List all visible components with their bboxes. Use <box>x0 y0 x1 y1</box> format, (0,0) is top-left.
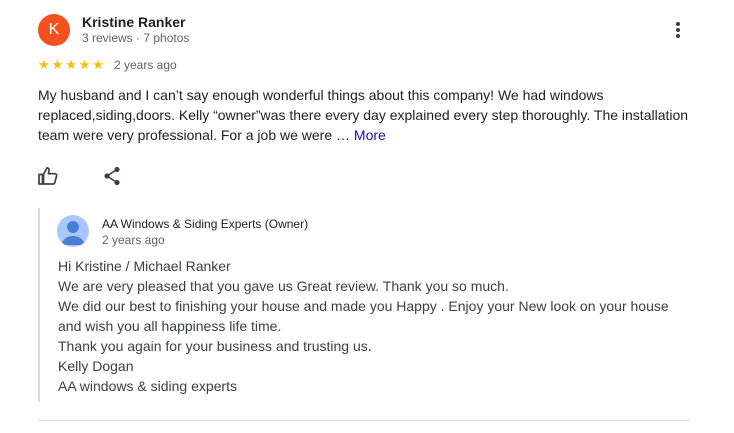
review-text: My husband and I can’t say enough wonder… <box>38 85 698 145</box>
more-options-button[interactable] <box>666 18 690 42</box>
reply-line: We did our best to finishing your house … <box>58 298 669 334</box>
like-button[interactable] <box>36 164 60 188</box>
share-icon <box>104 166 120 186</box>
star-rating: ★ ★ ★ ★ ★ <box>38 58 106 72</box>
owner-response-date: 2 years ago <box>102 233 165 247</box>
reply-line: AA windows & siding experts <box>58 378 237 394</box>
star-icon: ★ <box>38 57 50 72</box>
star-icon: ★ <box>78 57 91 72</box>
share-button[interactable] <box>100 164 124 188</box>
person-icon <box>61 221 85 245</box>
review-date: 2 years ago <box>114 58 177 72</box>
reply-line: Hi Kristine / Michael Ranker <box>58 258 231 274</box>
divider <box>38 420 690 421</box>
reply-line: We are very pleased that you gave us Gre… <box>58 278 509 294</box>
owner-response-text: Hi Kristine / Michael Ranker We are very… <box>58 256 688 396</box>
reviewer-avatar[interactable]: K <box>38 14 70 46</box>
more-link[interactable]: More <box>354 127 386 143</box>
reply-line: Thank you again for your business and tr… <box>58 338 372 354</box>
reviewer-meta: 3 reviews · 7 photos <box>82 31 190 45</box>
reply-line: Kelly Dogan <box>58 358 134 374</box>
star-icon: ★ <box>92 57 105 72</box>
reviewer-name[interactable]: Kristine Ranker <box>82 14 185 30</box>
owner-response: AA Windows & Siding Experts (Owner) 2 ye… <box>38 208 692 402</box>
star-icon: ★ <box>51 57 64 72</box>
owner-avatar <box>57 215 89 247</box>
star-icon: ★ <box>65 57 77 72</box>
thumbs-up-icon <box>38 166 58 185</box>
owner-name: AA Windows & Siding Experts (Owner) <box>102 217 309 231</box>
